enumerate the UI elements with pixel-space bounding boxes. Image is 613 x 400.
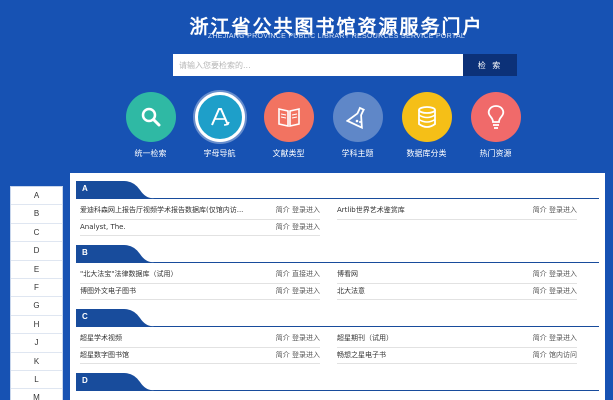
section-header: A — [76, 181, 599, 199]
list-item: 博图外文电子图书 简介 登录进入 — [80, 285, 320, 300]
alphabet-item-j[interactable]: J — [11, 334, 62, 353]
alphabet-item-e[interactable]: E — [11, 261, 62, 279]
nav-label: 热门资源 — [479, 149, 512, 158]
database-actions[interactable]: 简介 登录进入 — [533, 285, 577, 300]
list-item: Artlib世界艺术鉴赏库 简介 登录进入 — [337, 204, 577, 220]
alphabet-item-m[interactable]: M — [11, 389, 62, 400]
database-link[interactable]: Analyst, The. — [80, 221, 126, 236]
alphabet-item-c[interactable]: C — [11, 224, 62, 243]
list-item: 爱迪科森网上报告厅视频学术报告数据库(仅馆内访... 简介 登录进入 — [80, 204, 320, 220]
database-actions[interactable]: 简介 登录进入 — [533, 332, 577, 347]
nav-document-type[interactable]: 文献类型 — [254, 92, 323, 159]
nav-unified-search[interactable]: 统一检索 — [116, 92, 185, 159]
database-actions[interactable]: 简介 登录进入 — [533, 204, 577, 219]
alphabet-item-b[interactable]: B — [11, 205, 62, 224]
search-input[interactable] — [173, 54, 463, 76]
list-item: 博看网 简介 登录进入 — [337, 268, 577, 284]
section-header: D — [76, 373, 599, 391]
nav-subject[interactable]: 学科主题 — [323, 92, 392, 159]
nav-popular[interactable]: 热门资源 — [461, 92, 530, 159]
section-header: C — [76, 309, 599, 327]
database-link[interactable]: 博图外文电子图书 — [80, 285, 136, 300]
alphabet-item-k[interactable]: K — [11, 353, 62, 371]
alphabet-item-a[interactable]: A — [11, 187, 62, 206]
database-link[interactable]: 超星期刊（试用） — [337, 332, 393, 347]
category-nav: 统一检索 字母导航 文献类型 学科主题 数据库分类 热门资源 — [116, 92, 530, 159]
section-b: B "北大法宝"法律数据库（试用） 简介 直接进入 博看网 简介 登录进入 博图… — [70, 245, 605, 301]
database-link[interactable]: 北大法意 — [337, 285, 365, 300]
nav-label: 数据库分类 — [406, 149, 447, 158]
database-actions[interactable]: 简介 馆内访问 — [533, 349, 577, 364]
database-link[interactable]: 超星学术视频 — [80, 332, 122, 347]
section-a: A 爱迪科森网上报告厅视频学术报告数据库(仅馆内访... 简介 登录进入 Art… — [70, 181, 605, 237]
database-actions[interactable]: 简介 登录进入 — [276, 349, 320, 364]
list-item: 超星数字图书馆 简介 登录进入 — [80, 349, 320, 364]
database-link[interactable]: Artlib世界艺术鉴赏库 — [337, 204, 405, 219]
nav-alphabet[interactable]: 字母导航 — [185, 92, 254, 159]
database-actions[interactable]: 简介 直接进入 — [276, 268, 320, 283]
database-actions[interactable]: 简介 登录进入 — [533, 268, 577, 283]
database-actions[interactable]: 简介 登录进入 — [276, 221, 320, 236]
book-icon[interactable] — [263, 92, 314, 142]
search-bar: 检 索 — [173, 54, 517, 76]
database-link[interactable]: 博看网 — [337, 268, 358, 283]
nav-label: 学科主题 — [341, 149, 374, 158]
flask-icon[interactable] — [332, 92, 383, 142]
section-letter: B — [82, 248, 88, 257]
section-c: C 超星学术视频 简介 登录进入 超星期刊（试用） 简介 登录进入 超星数字图书… — [70, 309, 605, 365]
letter-a-icon[interactable] — [194, 92, 245, 142]
alphabet-item-l[interactable]: L — [11, 371, 62, 390]
nav-label: 文献类型 — [272, 149, 305, 158]
list-item: 畅想之星电子书 简介 馆内访问 — [337, 349, 577, 364]
nav-database-category[interactable]: 数据库分类 — [392, 92, 461, 159]
alphabet-item-g[interactable]: G — [11, 297, 62, 316]
lightbulb-icon[interactable] — [470, 92, 521, 142]
portal-subtitle: ZHEJIANG PROVINCE PUBLIC LIBRARY RESOURC… — [207, 33, 466, 40]
section-d: D — [70, 373, 605, 391]
database-link[interactable]: 畅想之星电子书 — [337, 349, 386, 364]
alphabet-sidebar: A B C D E F G H J K L M — [10, 186, 63, 400]
database-link[interactable]: 超星数字图书馆 — [80, 349, 129, 364]
database-icon[interactable] — [401, 92, 452, 142]
database-link[interactable]: "北大法宝"法律数据库（试用） — [80, 268, 177, 283]
database-actions[interactable]: 简介 登录进入 — [276, 204, 320, 219]
section-letter: D — [82, 376, 88, 385]
nav-label: 字母导航 — [203, 149, 236, 158]
list-item: "北大法宝"法律数据库（试用） 简介 直接进入 — [80, 268, 320, 284]
alphabet-item-d[interactable]: D — [11, 242, 62, 261]
alphabet-item-f[interactable]: F — [11, 279, 62, 298]
list-item: 超星期刊（试用） 简介 登录进入 — [337, 332, 577, 348]
database-link[interactable]: 爱迪科森网上报告厅视频学术报告数据库(仅馆内访... — [80, 204, 243, 219]
database-list-panel: A 爱迪科森网上报告厅视频学术报告数据库(仅馆内访... 简介 登录进入 Art… — [70, 173, 605, 400]
section-letter: A — [82, 184, 88, 193]
section-letter: C — [82, 312, 88, 321]
list-item: 超星学术视频 简介 登录进入 — [80, 332, 320, 348]
nav-label: 统一检索 — [134, 149, 167, 158]
list-item: Analyst, The. 简介 登录进入 — [80, 221, 320, 236]
database-actions[interactable]: 简介 登录进入 — [276, 285, 320, 300]
list-item: 北大法意 简介 登录进入 — [337, 285, 577, 300]
search-button[interactable]: 检 索 — [463, 54, 517, 76]
section-header: B — [76, 245, 599, 263]
database-actions[interactable]: 简介 登录进入 — [276, 332, 320, 347]
alphabet-item-h[interactable]: H — [11, 316, 62, 335]
search-icon[interactable] — [125, 92, 176, 142]
